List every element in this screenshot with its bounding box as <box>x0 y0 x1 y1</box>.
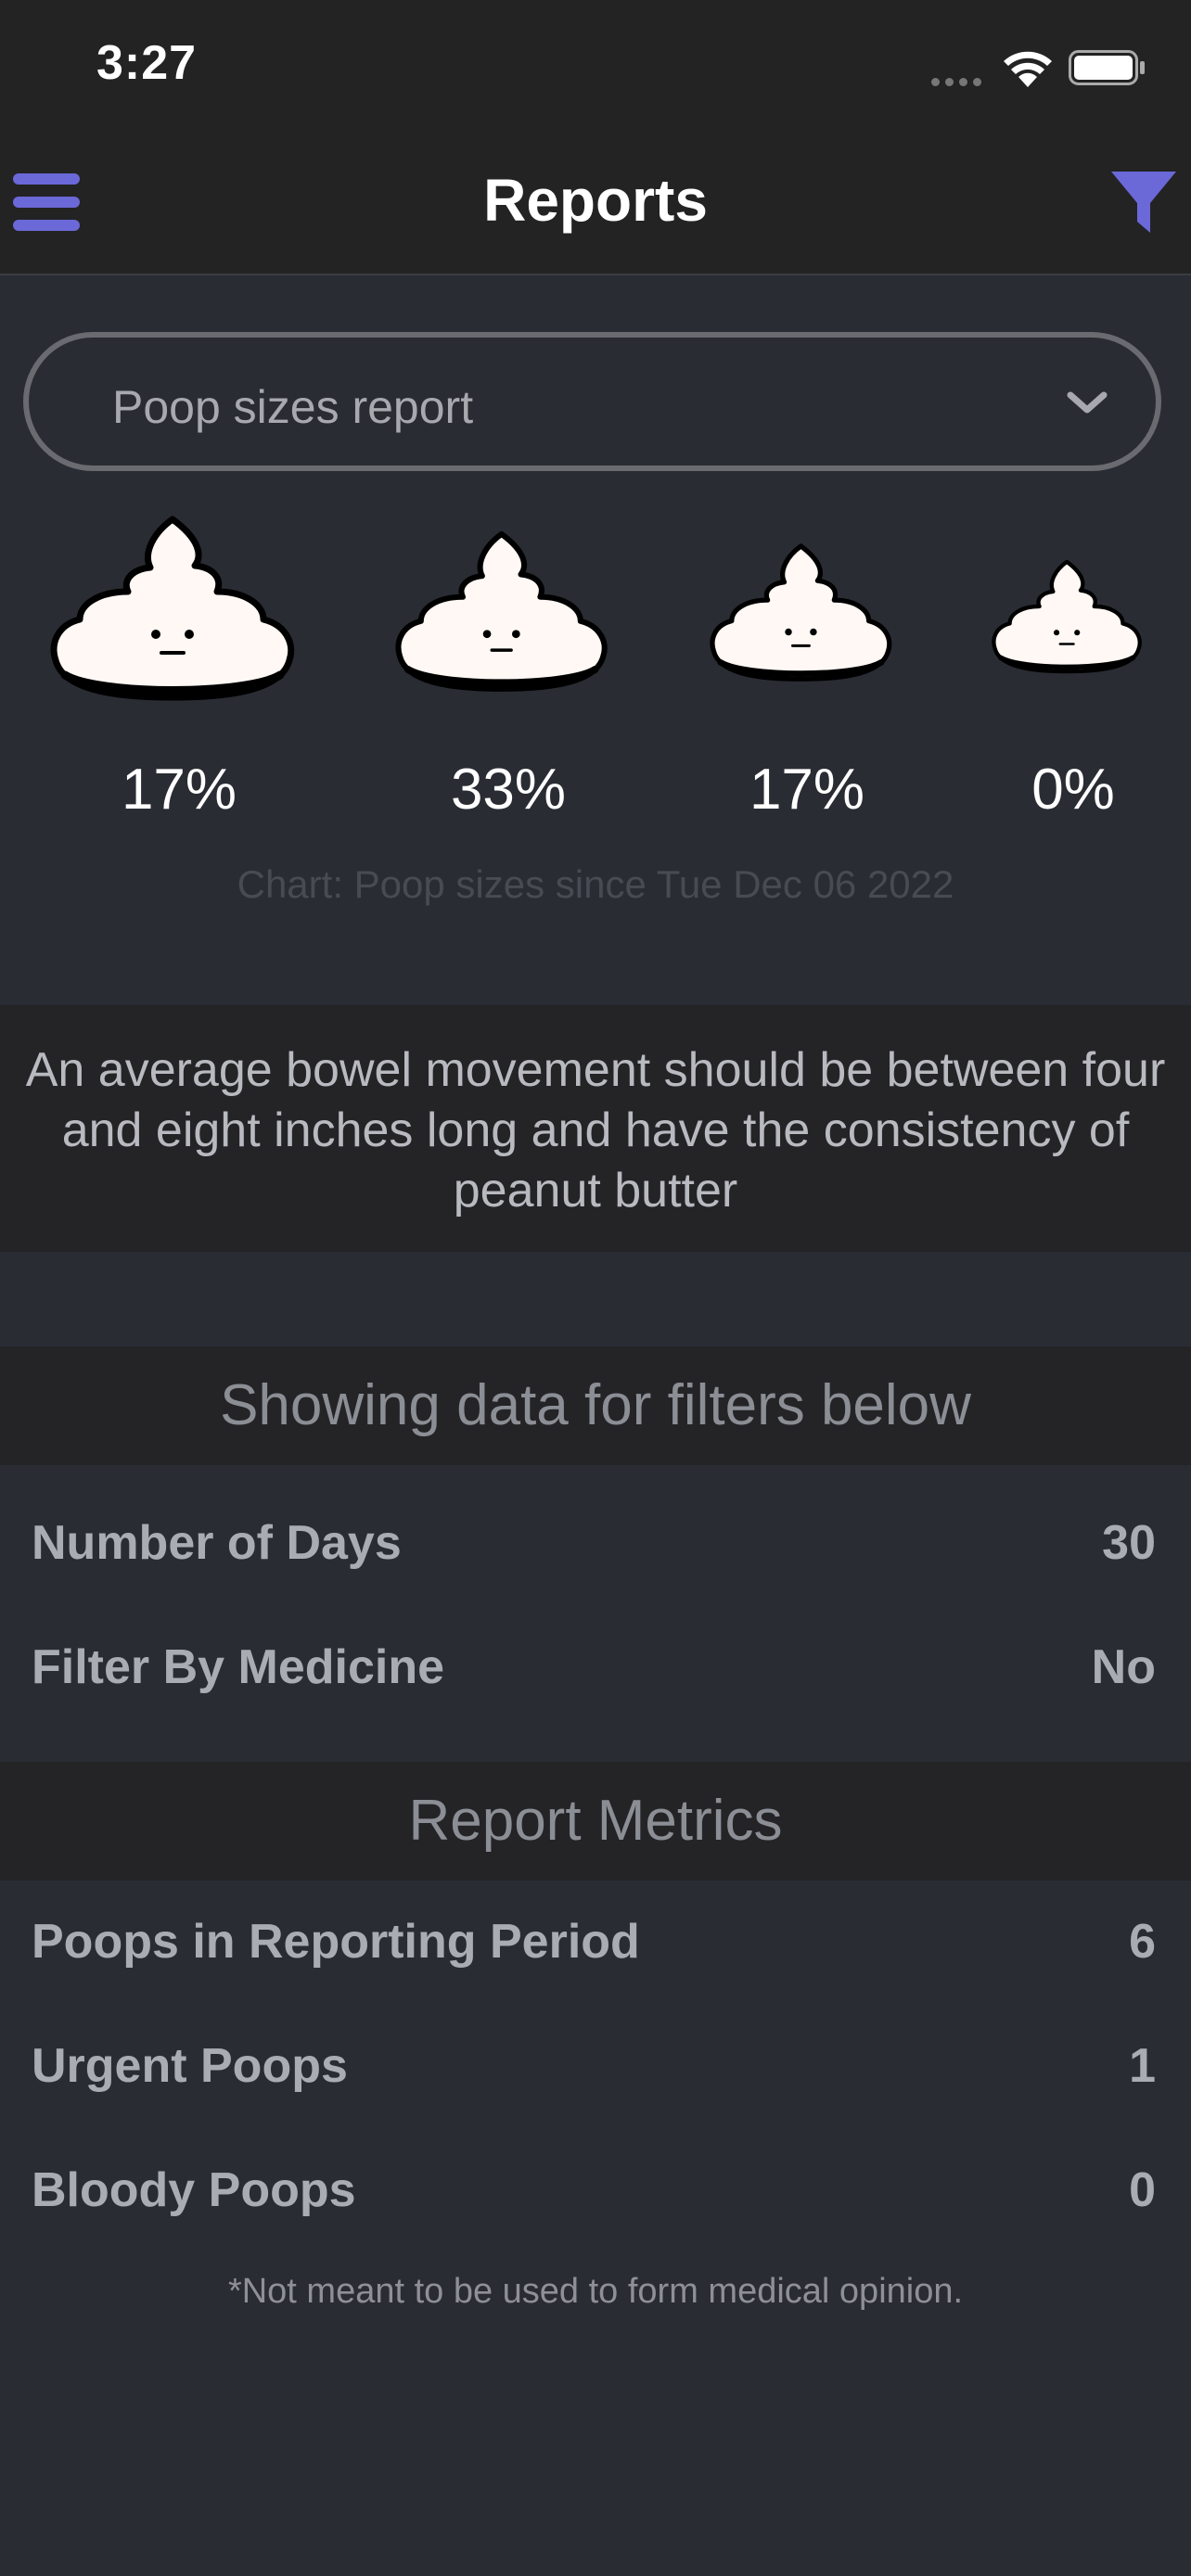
cellular-signal-icon <box>931 74 987 91</box>
poop-size-icon <box>709 543 891 682</box>
metric-value: 1 <box>1129 2039 1156 2093</box>
filter-label: Number of Days <box>32 1516 402 1570</box>
filter-value: No <box>1091 1640 1156 1694</box>
metric-label: Bloody Poops <box>32 2163 356 2217</box>
filter-label: Filter By Medicine <box>32 1640 444 1694</box>
poop-size-icon <box>395 531 608 693</box>
metric-label: Urgent Poops <box>32 2039 348 2093</box>
filter-value: 30 <box>1102 1516 1156 1570</box>
status-time: 3:27 <box>96 36 198 90</box>
filter-icon[interactable] <box>1108 168 1180 240</box>
report-type-value: Poop sizes report <box>112 381 474 433</box>
metrics-section-header: Report Metrics <box>0 1762 1191 1881</box>
poop-size-percent: 17% <box>121 758 237 822</box>
chart-caption: Chart: Poop sizes since Tue Dec 06 2022 <box>237 862 954 906</box>
metric-value: 6 <box>1129 1915 1156 1969</box>
filter-row-medicine[interactable]: Filter By Medicine No <box>32 1630 1156 1704</box>
metric-value: 0 <box>1129 2163 1156 2217</box>
poop-size-percent: 33% <box>450 758 567 822</box>
info-tip: An average bowel movement should be betw… <box>0 1005 1191 1252</box>
navigation-bar: Reports <box>0 134 1191 275</box>
medical-disclaimer: *Not meant to be used to form medical op… <box>227 2272 964 2311</box>
poop-size-icon <box>50 516 295 701</box>
metric-row-total: Poops in Reporting Period 6 <box>32 1905 1156 1979</box>
poop-size-icon <box>992 559 1142 673</box>
page-title: Reports <box>483 167 708 234</box>
chevron-down-icon <box>1067 391 1108 414</box>
report-type-select[interactable]: Poop sizes report <box>23 332 1161 471</box>
filter-row-days[interactable]: Number of Days 30 <box>32 1506 1156 1580</box>
poop-size-percent: 0% <box>1031 758 1115 822</box>
battery-icon <box>1069 50 1145 85</box>
poop-size-percent: 17% <box>749 758 865 822</box>
metric-row-bloody: Bloody Poops 0 <box>32 2153 1156 2227</box>
metric-row-urgent: Urgent Poops 1 <box>32 2029 1156 2103</box>
metric-label: Poops in Reporting Period <box>32 1915 640 1969</box>
status-bar: 3:27 <box>0 0 1191 134</box>
filters-section-header: Showing data for filters below <box>0 1346 1191 1465</box>
wifi-icon <box>1004 51 1052 87</box>
